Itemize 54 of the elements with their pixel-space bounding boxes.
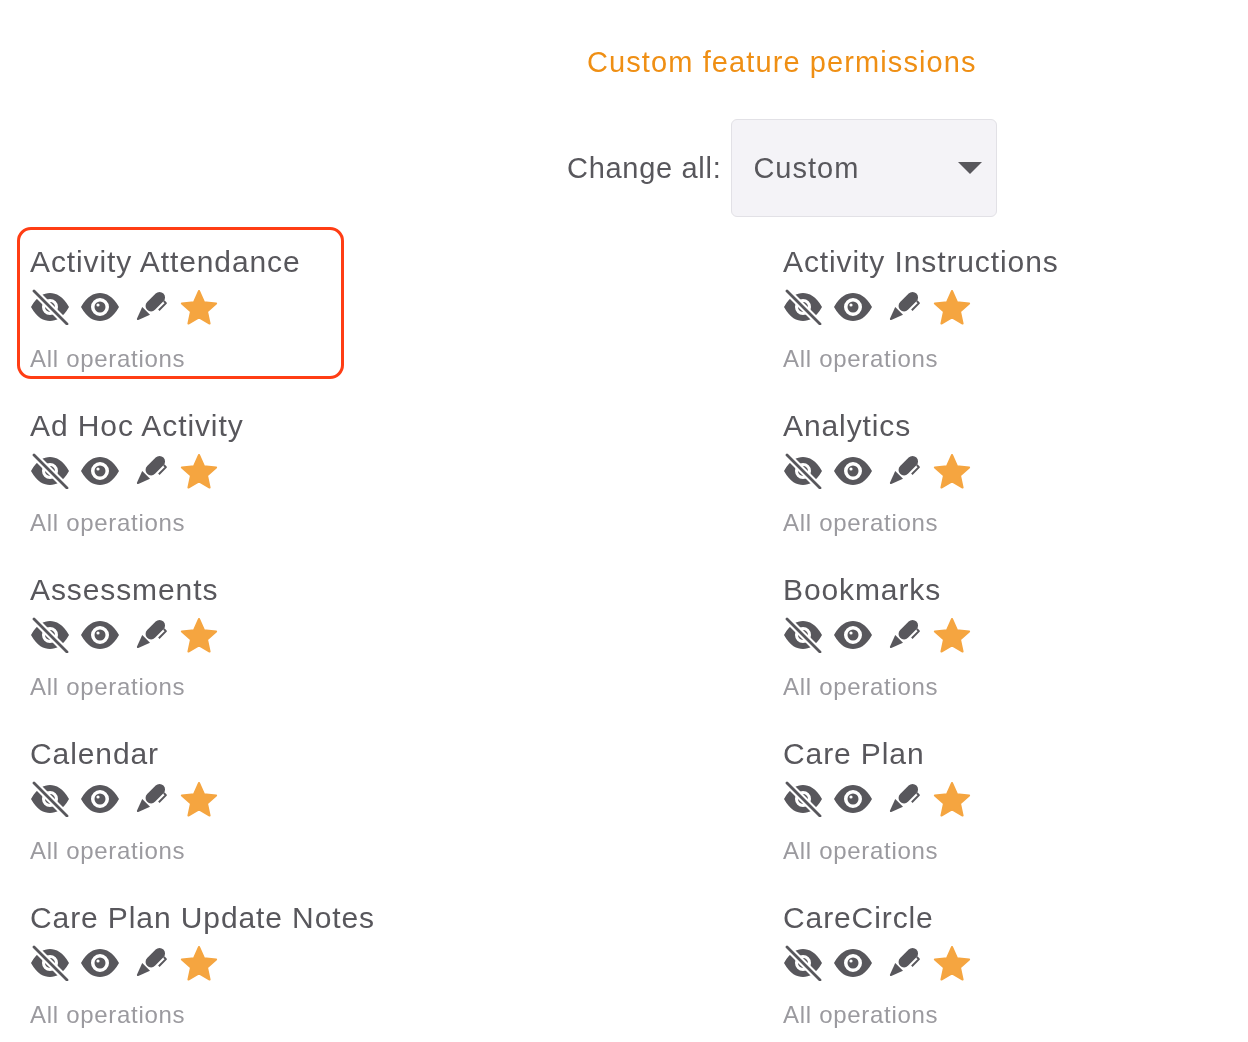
- star-icon[interactable]: [180, 617, 218, 653]
- feature-name: Calendar: [30, 737, 160, 771]
- eye-icon[interactable]: [833, 784, 873, 814]
- eye-slash-icon[interactable]: [30, 453, 70, 489]
- permission-summary: All operations: [783, 674, 940, 700]
- star-icon[interactable]: [933, 617, 971, 653]
- feature-name: Ad Hoc Activity: [30, 409, 244, 443]
- eye-slash-icon[interactable]: [783, 945, 823, 981]
- eye-icon[interactable]: [80, 456, 120, 486]
- eye-icon[interactable]: [80, 620, 120, 650]
- eye-slash-icon[interactable]: [783, 781, 823, 817]
- eye-icon[interactable]: [833, 456, 873, 486]
- feature-name: Care Plan Update Notes: [30, 901, 375, 935]
- permission-summary: All operations: [30, 674, 187, 700]
- feature-name: Assessments: [30, 573, 219, 607]
- eye-slash-icon[interactable]: [30, 617, 70, 653]
- page-title: Custom feature permissions: [587, 45, 977, 80]
- eye-slash-icon[interactable]: [30, 945, 70, 981]
- eye-slash-icon[interactable]: [783, 617, 823, 653]
- permission-summary: All operations: [783, 1002, 940, 1028]
- caret-icon: [958, 162, 983, 174]
- change-all-label: Change all:: [567, 151, 722, 185]
- eye-icon[interactable]: [833, 292, 873, 322]
- star-icon[interactable]: [933, 945, 971, 981]
- star-icon[interactable]: [933, 289, 971, 325]
- change-all-dropdown[interactable]: Custom: [731, 119, 998, 217]
- eye-icon[interactable]: [833, 620, 873, 650]
- star-icon[interactable]: [180, 781, 218, 817]
- eye-icon[interactable]: [833, 948, 873, 978]
- feature-name: CareCircle: [783, 901, 935, 935]
- permission-summary: All operations: [30, 1002, 187, 1028]
- permission-summary: All operations: [783, 838, 940, 864]
- eye-slash-icon[interactable]: [30, 781, 70, 817]
- permission-summary: All operations: [30, 346, 187, 372]
- eye-icon[interactable]: [80, 784, 120, 814]
- permission-summary: All operations: [783, 346, 940, 372]
- eye-slash-icon[interactable]: [783, 453, 823, 489]
- feature-name: Activity Instructions: [783, 245, 1059, 279]
- eye-slash-icon[interactable]: [783, 289, 823, 325]
- star-icon[interactable]: [180, 453, 218, 489]
- star-icon[interactable]: [180, 289, 218, 325]
- permission-summary: All operations: [783, 510, 940, 536]
- eye-icon[interactable]: [80, 948, 120, 978]
- permission-summary: All operations: [30, 510, 187, 536]
- permission-summary: All operations: [30, 838, 187, 864]
- feature-name: Analytics: [783, 409, 913, 443]
- star-icon[interactable]: [933, 781, 971, 817]
- feature-name: Bookmarks: [783, 573, 943, 607]
- star-icon[interactable]: [933, 453, 971, 489]
- eye-icon[interactable]: [80, 292, 120, 322]
- eye-slash-icon[interactable]: [30, 289, 70, 325]
- feature-name: Activity Attendance: [30, 245, 301, 279]
- star-icon[interactable]: [180, 945, 218, 981]
- feature-name: Care Plan: [783, 737, 926, 771]
